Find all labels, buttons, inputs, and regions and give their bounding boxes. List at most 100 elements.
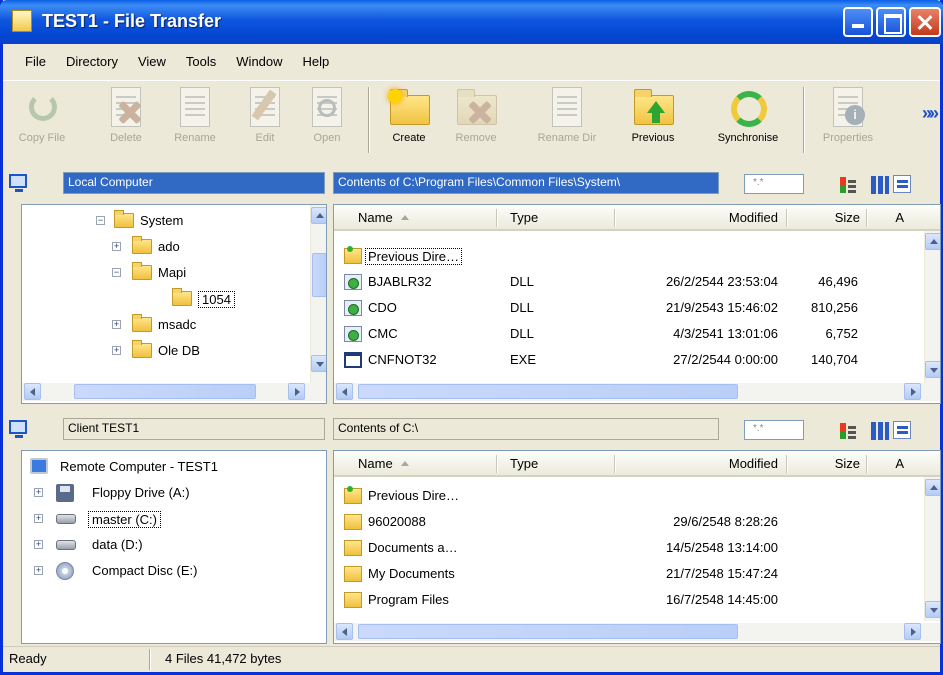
scroll-left-icon[interactable] [336,623,353,640]
expand-icon[interactable]: + [112,242,121,251]
previous-button[interactable]: Previous [617,85,689,144]
copy-file-button[interactable]: Copy File [11,85,73,144]
tree-node-ole-db[interactable]: + Ole DB [22,340,312,363]
menu-view[interactable]: View [127,52,175,74]
column-type[interactable]: Type [510,210,538,225]
list-item[interactable]: Previous Dire… [334,485,940,507]
details-view-icon[interactable] [893,421,911,439]
column-name[interactable]: Name [358,456,409,471]
client-file-list[interactable]: Name Type Modified Size A Previous Dire…… [333,450,941,644]
folder-icon [344,566,362,582]
column-modified[interactable]: Modified [624,210,778,225]
tree-node-remote-computer[interactable]: Remote Computer - TEST1 [22,457,322,479]
minimize-button[interactable] [843,7,873,37]
local-filter-field[interactable]: *.* [744,174,804,194]
scroll-left-icon[interactable] [24,383,41,400]
scroll-up-icon[interactable] [311,207,326,224]
list-item[interactable]: CMC DLL 4/3/2541 13:01:06 6,752 [334,323,940,345]
menu-window[interactable]: Window [225,52,291,74]
tree-node-system[interactable]: − System [22,210,312,233]
column-attributes[interactable]: A [874,210,904,225]
expand-icon[interactable]: + [34,540,43,549]
scroll-down-icon[interactable] [311,355,326,372]
maximize-button[interactable] [876,7,906,37]
column-type[interactable]: Type [510,456,538,471]
collapse-icon[interactable]: − [96,216,105,225]
client-list-hscrollbar[interactable] [334,623,940,641]
sort-icon[interactable] [839,422,857,440]
expand-icon[interactable]: + [112,346,121,355]
local-folder-tree[interactable]: − System + ado − Mapi 1054 + msadc + Ole… [21,204,327,404]
delete-button[interactable]: Delete [99,85,153,144]
create-button[interactable]: Create [379,85,439,144]
menu-file[interactable]: File [3,52,55,74]
local-tree-vscrollbar[interactable] [310,205,326,383]
column-modified[interactable]: Modified [624,456,778,471]
list-item[interactable]: Program Files 16/7/2548 14:45:00 [334,589,940,611]
copy-file-label: Copy File [18,132,66,144]
scroll-right-icon[interactable] [904,623,921,640]
scroll-thumb[interactable] [74,384,256,399]
tree-node-mapi[interactable]: − Mapi [22,262,312,285]
rename-dir-button[interactable]: Rename Dir [521,85,613,144]
local-file-list[interactable]: Name Type Modified Size A Previous Dire…… [333,204,941,404]
column-name[interactable]: Name [358,210,409,225]
list-item[interactable]: CNFNOT32 EXE 27/2/2544 0:00:00 140,704 [334,349,940,371]
list-item[interactable]: Documents a… 14/5/2548 13:14:00 [334,537,940,559]
local-list-vscrollbar[interactable] [924,231,940,383]
local-list-hscrollbar[interactable] [334,383,940,401]
client-folder-tree[interactable]: Remote Computer - TEST1 + Floppy Drive (… [21,450,327,644]
scroll-thumb[interactable] [312,253,326,297]
edit-button[interactable]: Edit [243,85,287,144]
scroll-thumb[interactable] [358,384,738,399]
scroll-right-icon[interactable] [288,383,305,400]
scroll-down-icon[interactable] [925,601,940,618]
menu-help[interactable]: Help [292,52,339,74]
local-tree-hscrollbar[interactable] [22,383,326,401]
scroll-up-icon[interactable] [925,233,940,250]
rename-dir-label: Rename Dir [537,132,597,144]
scroll-right-icon[interactable] [904,383,921,400]
icon-view-icon[interactable] [871,422,889,440]
list-item[interactable]: 96020088 29/6/2548 8:28:26 [334,511,940,533]
expand-icon[interactable]: + [34,488,43,497]
scroll-up-icon[interactable] [925,479,940,496]
list-item[interactable]: Previous Dire… [334,245,940,267]
scroll-down-icon[interactable] [925,361,940,378]
properties-button[interactable]: i Properties [815,85,881,144]
details-view-icon[interactable] [893,175,911,193]
expand-icon[interactable]: + [112,320,121,329]
column-attributes[interactable]: A [874,456,904,471]
close-button[interactable] [909,7,941,37]
column-size[interactable]: Size [790,210,860,225]
sort-icon[interactable] [839,176,857,194]
expand-icon[interactable]: + [34,566,43,575]
expand-icon[interactable]: + [34,514,43,523]
list-item[interactable]: BJABLR32 DLL 26/2/2544 23:53:04 46,496 [334,271,940,293]
client-list-vscrollbar[interactable] [924,477,940,621]
title-bar[interactable]: TEST1 - File Transfer [0,0,943,44]
tree-node-msadc[interactable]: + msadc [22,314,312,337]
scroll-left-icon[interactable] [336,383,353,400]
tree-node-floppy-drive[interactable]: + Floppy Drive (A:) [22,483,322,505]
list-item[interactable]: My Documents 21/7/2548 15:47:24 [334,563,940,585]
rename-dir-icon [546,85,588,129]
scroll-thumb[interactable] [358,624,738,639]
menu-tools[interactable]: Tools [175,52,225,74]
collapse-icon[interactable]: − [112,268,121,277]
column-size[interactable]: Size [790,456,860,471]
tree-node-master-c[interactable]: + master (C:) [22,509,322,531]
tree-node-compact-disc[interactable]: + Compact Disc (E:) [22,561,322,583]
icon-view-icon[interactable] [871,176,889,194]
menu-directory[interactable]: Directory [55,52,127,74]
synchronise-button[interactable]: Synchronise [699,85,797,144]
tree-node-1054[interactable]: 1054 [22,288,312,311]
client-filter-field[interactable]: *.* [744,420,804,440]
remove-button[interactable]: Remove [445,85,507,144]
rename-button[interactable]: Rename [165,85,225,144]
tree-node-data-d[interactable]: + data (D:) [22,535,322,557]
list-item[interactable]: CDO DLL 21/9/2543 15:46:02 810,256 [334,297,940,319]
toolbar-overflow-chevron-icon[interactable]: »» [922,103,939,124]
open-button[interactable]: Open [303,85,351,144]
tree-node-ado[interactable]: + ado [22,236,312,259]
